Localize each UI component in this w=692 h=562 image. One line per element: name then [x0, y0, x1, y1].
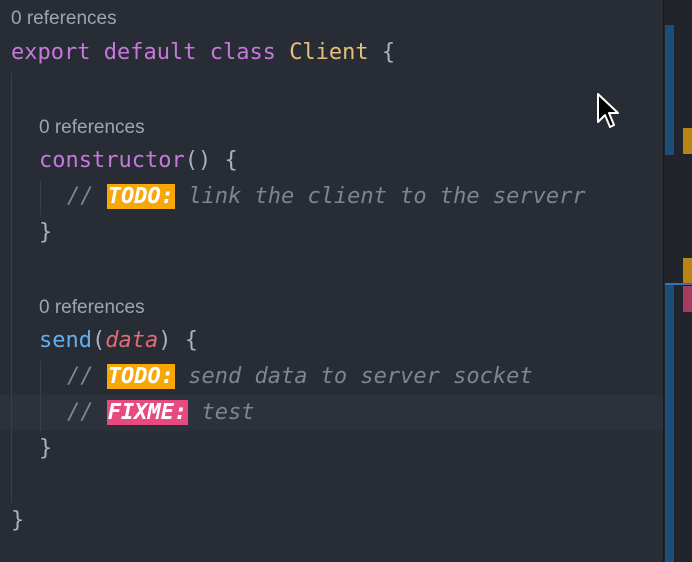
scrollbar-todo-marker: [683, 128, 692, 154]
code-line-send-method[interactable]: send(data) {: [39, 323, 692, 359]
vertical-scrollbar[interactable]: [663, 0, 692, 562]
close-brace: }: [39, 220, 53, 245]
code-line-todo-comment-1[interactable]: // TODO: link the client to the serverr: [67, 179, 692, 215]
mouse-pointer-icon: [597, 93, 619, 128]
code-lens-send-references[interactable]: 0 references: [39, 297, 145, 319]
scrollbar-viewport-marker: [665, 285, 674, 562]
class-close-brace: }: [11, 508, 25, 533]
class-name: Client: [289, 40, 369, 65]
scrollbar-todo-marker: [683, 258, 692, 284]
fixme-tag: FIXME:: [106, 400, 189, 425]
scrollbar-fixme-marker: [683, 286, 692, 312]
indent-guide: [11, 73, 12, 503]
constructor-keyword: constructor: [39, 148, 185, 173]
comment-slashes: //: [67, 184, 94, 209]
comment-slashes: //: [67, 400, 94, 425]
code-line-send-close[interactable]: }: [39, 431, 692, 467]
comment-text: send data to server socket: [188, 364, 533, 389]
code-line-fixme-comment-current[interactable]: // FIXME: test: [0, 395, 663, 431]
todo-tag: TODO:: [106, 184, 175, 209]
close-brace: }: [39, 436, 53, 461]
code-editor[interactable]: 0 references export default class Client…: [0, 0, 663, 562]
keyword-class: class: [209, 40, 276, 65]
comment-text: link the client to the serverr: [188, 184, 586, 209]
comment-slashes: //: [67, 364, 94, 389]
indent-guide: [40, 181, 41, 215]
code-lens-constructor-references[interactable]: 0 references: [39, 117, 145, 139]
scrollbar-viewport-marker: [665, 25, 674, 155]
open-brace: {: [224, 148, 238, 173]
code-line-constructor[interactable]: constructor() {: [39, 143, 692, 179]
scrollbar-cursor-line: [665, 283, 692, 285]
parameter-name: data: [105, 328, 159, 353]
todo-tag: TODO:: [106, 364, 175, 389]
code-line-todo-comment-2[interactable]: // TODO: send data to server socket: [67, 359, 692, 395]
comment-text: test: [201, 400, 255, 425]
code-line-constructor-close[interactable]: }: [39, 215, 692, 251]
code-line-class-declaration[interactable]: export default class Client {: [11, 35, 674, 71]
code-line-class-close[interactable]: }: [11, 503, 674, 539]
constructor-parens: (): [184, 148, 212, 173]
code-lens-class-references[interactable]: 0 references: [11, 8, 117, 30]
open-brace: {: [381, 40, 396, 65]
open-brace: {: [184, 328, 198, 353]
keyword-default: default: [103, 40, 197, 65]
keyword-export: export: [11, 40, 91, 65]
open-paren: (: [91, 328, 106, 353]
close-paren: ): [158, 328, 172, 353]
indent-guide: [40, 361, 41, 431]
method-name: send: [39, 328, 92, 353]
